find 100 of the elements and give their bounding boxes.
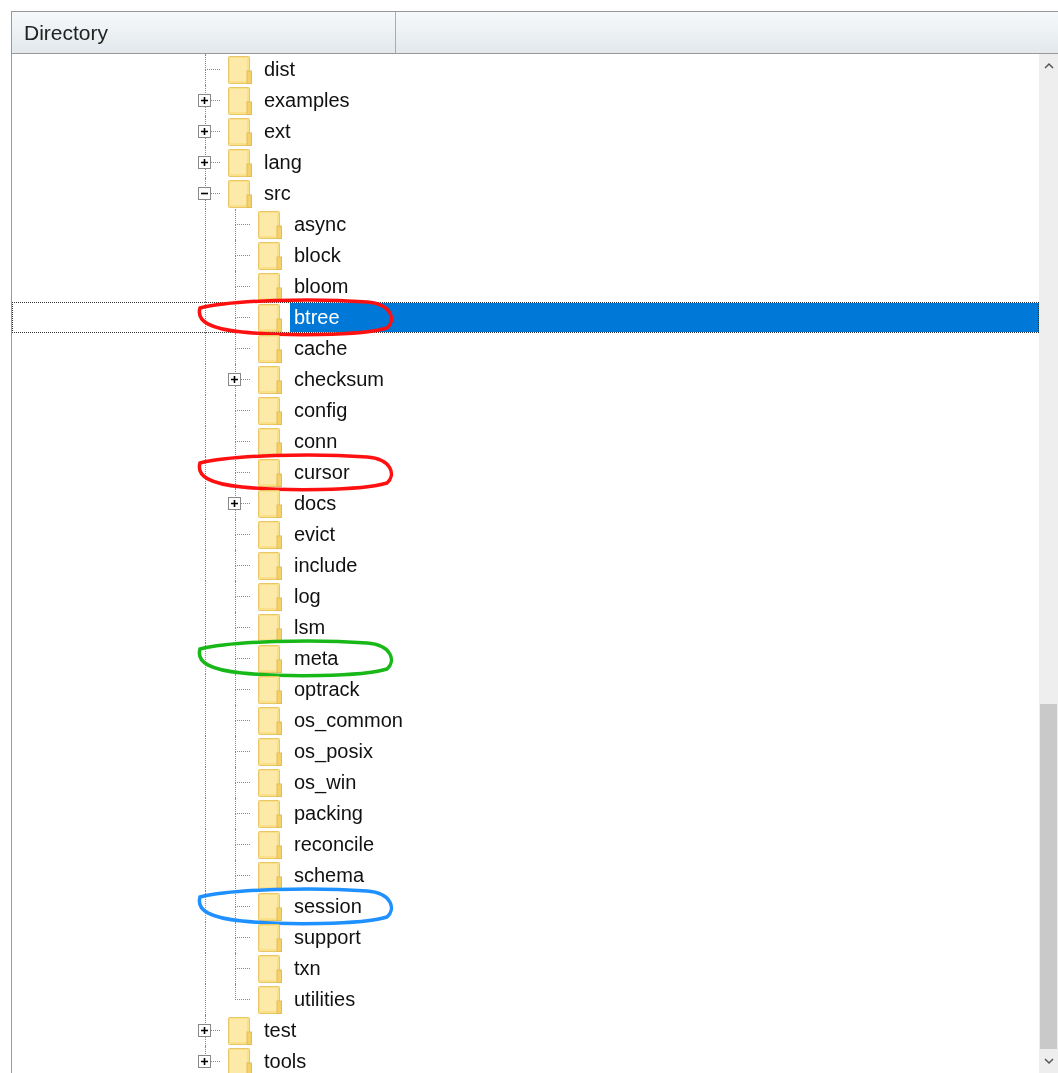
- tree-row[interactable]: txn: [12, 953, 1039, 984]
- folder-icon: [258, 985, 282, 1014]
- folder-icon: [258, 334, 282, 363]
- folder-icon: [228, 1047, 252, 1073]
- tree-row[interactable]: test: [12, 1015, 1039, 1046]
- tree-row[interactable]: schema: [12, 860, 1039, 891]
- folder-icon: [228, 86, 252, 115]
- expander-box[interactable]: [198, 156, 211, 169]
- tree-row[interactable]: cache: [12, 333, 1039, 364]
- tree-row[interactable]: lsm: [12, 612, 1039, 643]
- tree-row[interactable]: optrack: [12, 674, 1039, 705]
- tree-row[interactable]: examples: [12, 85, 1039, 116]
- folder-name[interactable]: lang: [260, 148, 306, 177]
- expander-box[interactable]: [198, 94, 211, 107]
- expander-box[interactable]: [198, 187, 211, 200]
- folder-icon: [258, 272, 282, 301]
- folder-name[interactable]: support: [290, 923, 365, 952]
- scroll-up-icon[interactable]: [1042, 62, 1055, 70]
- tree-row[interactable]: include: [12, 550, 1039, 581]
- folder-name[interactable]: txn: [290, 954, 325, 983]
- tree-row[interactable]: packing: [12, 798, 1039, 829]
- folder-name[interactable]: optrack: [290, 675, 364, 704]
- folder-icon: [258, 427, 282, 456]
- folder-icon: [258, 675, 282, 704]
- folder-icon: [258, 768, 282, 797]
- folder-icon: [228, 179, 252, 208]
- tree-row[interactable]: block: [12, 240, 1039, 271]
- tree-row[interactable]: async: [12, 209, 1039, 240]
- folder-icon: [258, 644, 282, 673]
- tree-row[interactable]: ext: [12, 116, 1039, 147]
- folder-icon: [258, 892, 282, 921]
- tree-row[interactable]: checksum: [12, 364, 1039, 395]
- folder-icon: [258, 396, 282, 425]
- folder-icon: [258, 799, 282, 828]
- folder-name[interactable]: reconcile: [290, 830, 379, 859]
- scrollbar[interactable]: [1039, 54, 1058, 1073]
- tree-row[interactable]: dist: [12, 54, 1039, 85]
- tree-row[interactable]: log: [12, 581, 1039, 612]
- folder-name[interactable]: schema: [290, 861, 369, 890]
- folder-name[interactable]: log: [290, 582, 325, 611]
- tree-row[interactable]: bloom: [12, 271, 1039, 302]
- scroll-thumb[interactable]: [1040, 704, 1057, 1049]
- folder-name[interactable]: async: [290, 210, 351, 239]
- expander-box[interactable]: [228, 497, 241, 510]
- folder-name[interactable]: test: [260, 1016, 301, 1045]
- tree-row[interactable]: docs: [12, 488, 1039, 519]
- folder-icon: [258, 954, 282, 983]
- folder-name[interactable]: btree: [290, 303, 1039, 332]
- folder-name[interactable]: include: [290, 551, 362, 580]
- folder-name[interactable]: examples: [260, 86, 354, 115]
- folder-icon: [258, 613, 282, 642]
- folder-icon: [258, 210, 282, 239]
- folder-icon: [258, 923, 282, 952]
- tree-row[interactable]: support: [12, 922, 1039, 953]
- folder-name[interactable]: tools: [260, 1047, 311, 1073]
- folder-name[interactable]: packing: [290, 799, 367, 828]
- folder-name[interactable]: evict: [290, 520, 340, 549]
- tree-row[interactable]: lang: [12, 147, 1039, 178]
- folder-name[interactable]: docs: [290, 489, 341, 518]
- folder-name[interactable]: bloom: [290, 272, 353, 301]
- scroll-down-icon[interactable]: [1042, 1057, 1055, 1065]
- expander-box[interactable]: [198, 125, 211, 138]
- folder-name[interactable]: ext: [260, 117, 295, 146]
- tree-row[interactable]: btree: [12, 302, 1039, 333]
- tree-row[interactable]: meta: [12, 643, 1039, 674]
- folder-name[interactable]: conn: [290, 427, 342, 456]
- folder-icon: [258, 830, 282, 859]
- folder-name[interactable]: cache: [290, 334, 352, 363]
- expander-box[interactable]: [198, 1024, 211, 1037]
- folder-name[interactable]: os_win: [290, 768, 361, 797]
- folder-icon: [258, 706, 282, 735]
- tree-row[interactable]: session: [12, 891, 1039, 922]
- folder-name[interactable]: lsm: [290, 613, 330, 642]
- tree-row[interactable]: evict: [12, 519, 1039, 550]
- tree-row[interactable]: config: [12, 395, 1039, 426]
- folder-name[interactable]: os_common: [290, 706, 407, 735]
- folder-icon: [258, 303, 282, 332]
- folder-name[interactable]: block: [290, 241, 345, 270]
- folder-name[interactable]: os_posix: [290, 737, 377, 766]
- folder-icon: [258, 520, 282, 549]
- expander-box[interactable]: [198, 1055, 211, 1068]
- folder-name[interactable]: checksum: [290, 365, 389, 394]
- tree-row[interactable]: os_common: [12, 705, 1039, 736]
- folder-name[interactable]: dist: [260, 55, 300, 84]
- tree-row[interactable]: reconcile: [12, 829, 1039, 860]
- tree-row[interactable]: os_win: [12, 767, 1039, 798]
- folder-icon: [258, 737, 282, 766]
- folder-icon: [228, 1016, 252, 1045]
- tree-row[interactable]: os_posix: [12, 736, 1039, 767]
- folder-icon: [228, 117, 252, 146]
- folder-name[interactable]: config: [290, 396, 352, 425]
- folder-name[interactable]: src: [260, 179, 295, 208]
- expander-box[interactable]: [228, 373, 241, 386]
- tree-row[interactable]: conn: [12, 426, 1039, 457]
- tree-row[interactable]: utilities: [12, 984, 1039, 1015]
- folder-name[interactable]: utilities: [290, 985, 360, 1014]
- folder-icon: [258, 241, 282, 270]
- tree-row[interactable]: cursor: [12, 457, 1039, 488]
- tree-row[interactable]: src: [12, 178, 1039, 209]
- tree-row[interactable]: tools: [12, 1046, 1039, 1073]
